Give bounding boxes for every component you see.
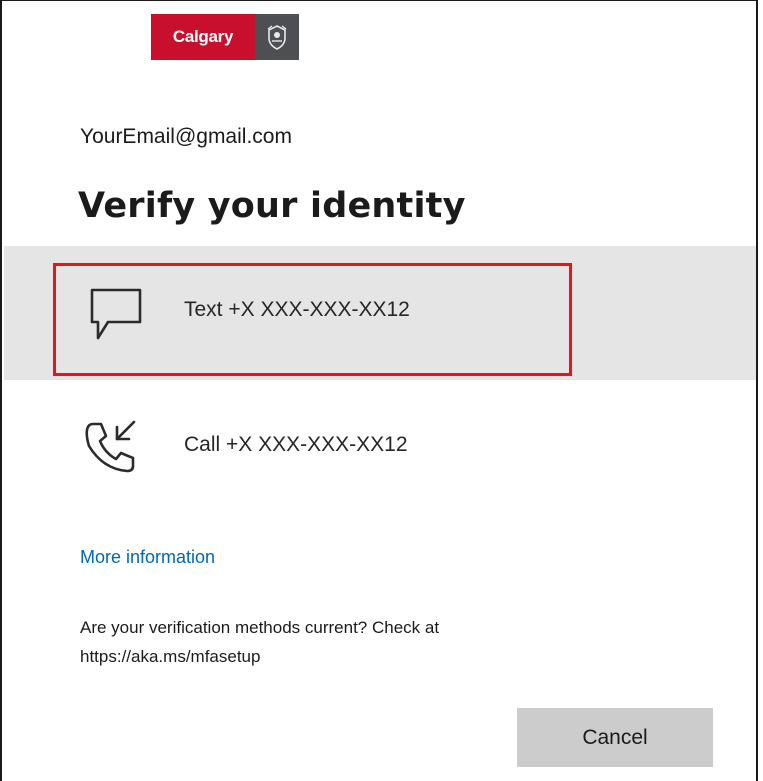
- notice-text: Are your verification methods current? C…: [80, 618, 440, 637]
- call-method-label: Call +X XXX-XXX-XX12: [184, 433, 408, 456]
- logo-text: Calgary: [172, 27, 234, 46]
- text-method-label: Text +X XXX-XXX-XX12: [184, 298, 410, 321]
- text-method-option[interactable]: Text +X XXX-XXX-XX12: [4, 246, 756, 380]
- calgary-logo: Calgary: [151, 14, 299, 60]
- account-email: YourEmail@gmail.com: [80, 125, 292, 148]
- call-method-option[interactable]: Call +X XXX-XXX-XX12: [4, 380, 756, 514]
- chat-bubble-icon: [81, 286, 151, 351]
- mfasetup-url: https://aka.ms/mfasetup: [80, 647, 261, 666]
- phone-incoming-icon: [81, 416, 141, 481]
- logo-wordmark: Calgary: [151, 14, 255, 60]
- signin-dialog: Calgary YourEmail@gmail.com Verify your …: [0, 0, 758, 781]
- city-crest-icon: [255, 14, 299, 60]
- page-title: Verify your identity: [78, 186, 466, 226]
- more-information-link[interactable]: More information: [80, 547, 215, 568]
- cancel-button[interactable]: Cancel: [517, 708, 713, 767]
- verification-notice: Are your verification methods current? C…: [80, 613, 640, 671]
